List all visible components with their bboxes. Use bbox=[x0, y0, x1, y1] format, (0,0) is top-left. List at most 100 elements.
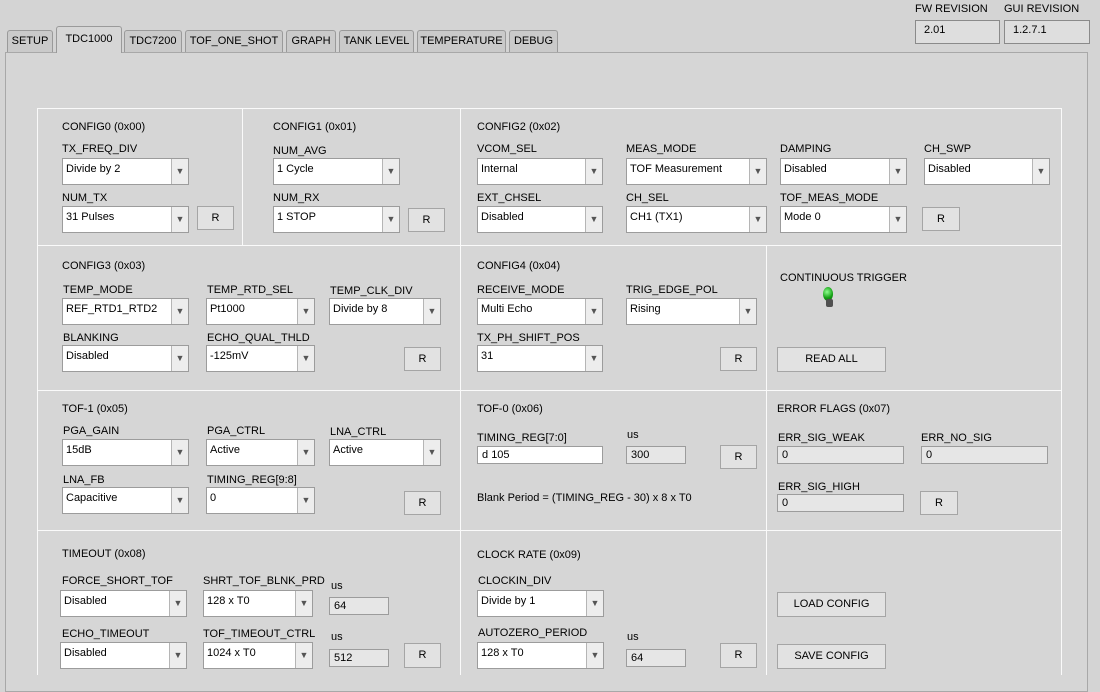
receive-mode-value: Multi Echo bbox=[481, 303, 533, 315]
chevron-down-icon: ▼ bbox=[297, 299, 314, 324]
tx-freq-div-label: TX_FREQ_DIV bbox=[62, 143, 138, 155]
save-config-button[interactable]: SAVE CONFIG bbox=[777, 644, 886, 669]
read-all-button[interactable]: READ ALL bbox=[777, 347, 886, 372]
num-tx-value: 31 Pulses bbox=[66, 211, 115, 223]
trig-edge-pol-label: TRIG_EDGE_POL bbox=[626, 284, 718, 296]
chevron-down-icon: ▼ bbox=[749, 207, 766, 232]
lna-ctrl-value: Active bbox=[333, 444, 363, 456]
timing-reg-98-dropdown[interactable]: 0 ▼ bbox=[206, 487, 315, 514]
config4-read-button[interactable]: R bbox=[720, 347, 757, 371]
receive-mode-label: RECEIVE_MODE bbox=[477, 284, 565, 296]
force-short-tof-value: Disabled bbox=[64, 595, 107, 607]
damping-dropdown[interactable]: Disabled ▼ bbox=[780, 158, 907, 185]
chevron-down-icon: ▼ bbox=[585, 346, 602, 371]
receive-mode-dropdown[interactable]: Multi Echo ▼ bbox=[477, 298, 603, 325]
tx-ph-shift-pos-dropdown[interactable]: 31 ▼ bbox=[477, 345, 603, 372]
tab-graph[interactable]: GRAPH bbox=[286, 30, 336, 52]
chevron-down-icon: ▼ bbox=[423, 299, 440, 324]
trig-edge-pol-dropdown[interactable]: Rising ▼ bbox=[626, 298, 757, 325]
blanking-value: Disabled bbox=[66, 350, 109, 362]
tab-setup[interactable]: SETUP bbox=[7, 30, 53, 52]
clock-rate-read-button[interactable]: R bbox=[720, 643, 757, 668]
config4-title: CONFIG4 (0x04) bbox=[477, 260, 561, 272]
num-rx-label: NUM_RX bbox=[273, 192, 320, 204]
tab-tdc7200[interactable]: TDC7200 bbox=[124, 30, 182, 52]
autozero-us-label: us bbox=[627, 631, 639, 643]
grid-line bbox=[37, 530, 1062, 531]
config1-read-button[interactable]: R bbox=[408, 208, 445, 232]
num-avg-dropdown[interactable]: 1 Cycle ▼ bbox=[273, 158, 400, 185]
timeout-read-button[interactable]: R bbox=[404, 643, 441, 668]
shrt-us-label: us bbox=[331, 580, 343, 592]
lna-ctrl-dropdown[interactable]: Active ▼ bbox=[329, 439, 441, 466]
config2-read-button[interactable]: R bbox=[922, 207, 960, 231]
grid-line bbox=[37, 108, 1062, 109]
pga-ctrl-dropdown[interactable]: Active ▼ bbox=[206, 439, 315, 466]
chevron-down-icon: ▼ bbox=[295, 591, 312, 616]
tab-tdc1000[interactable]: TDC1000 bbox=[56, 26, 122, 53]
force-short-tof-dropdown[interactable]: Disabled ▼ bbox=[60, 590, 187, 617]
echo-timeout-label: ECHO_TIMEOUT bbox=[62, 628, 150, 640]
tof0-title: TOF-0 (0x06) bbox=[477, 403, 543, 415]
shrt-us-value: 64 bbox=[329, 597, 389, 615]
tof-timeout-ctrl-value: 1024 x T0 bbox=[207, 647, 256, 659]
config2-title: CONFIG2 (0x02) bbox=[477, 121, 561, 133]
load-config-button[interactable]: LOAD CONFIG bbox=[777, 592, 886, 617]
chevron-down-icon: ▼ bbox=[586, 643, 603, 668]
tof-timeout-ctrl-dropdown[interactable]: 1024 x T0 ▼ bbox=[203, 642, 313, 669]
error-flags-read-button[interactable]: R bbox=[920, 491, 958, 515]
tab-debug[interactable]: DEBUG bbox=[509, 30, 558, 52]
autozero-period-value: 128 x T0 bbox=[481, 647, 524, 659]
tab-temperature[interactable]: TEMPERATURE bbox=[417, 30, 506, 52]
tof0-us-label: us bbox=[627, 429, 639, 441]
tof-meas-mode-dropdown[interactable]: Mode 0 ▼ bbox=[780, 206, 907, 233]
echo-timeout-dropdown[interactable]: Disabled ▼ bbox=[60, 642, 187, 669]
config3-read-button[interactable]: R bbox=[404, 347, 441, 371]
tab-tank-level[interactable]: TANK LEVEL bbox=[339, 30, 414, 52]
tx-freq-div-dropdown[interactable]: Divide by 2 ▼ bbox=[62, 158, 189, 185]
num-rx-dropdown[interactable]: 1 STOP ▼ bbox=[273, 206, 400, 233]
config0-read-button[interactable]: R bbox=[197, 206, 234, 230]
timing-reg-70-input[interactable]: d 105 bbox=[477, 446, 603, 464]
led-base bbox=[826, 299, 833, 307]
vcom-sel-label: VCOM_SEL bbox=[477, 143, 537, 155]
radix-indicator[interactable]: d bbox=[482, 449, 488, 461]
tof-meas-mode-label: TOF_MEAS_MODE bbox=[780, 192, 879, 204]
shrt-tof-blnk-prd-label: SHRT_TOF_BLNK_PRD bbox=[203, 575, 325, 587]
chevron-down-icon: ▼ bbox=[297, 440, 314, 465]
echo-qual-thld-dropdown[interactable]: -125mV ▼ bbox=[206, 345, 315, 372]
blanking-dropdown[interactable]: Disabled ▼ bbox=[62, 345, 189, 372]
vcom-sel-dropdown[interactable]: Internal ▼ bbox=[477, 158, 603, 185]
tof1-read-button[interactable]: R bbox=[404, 491, 441, 515]
chevron-down-icon: ▼ bbox=[169, 591, 186, 616]
pga-gain-dropdown[interactable]: 15dB ▼ bbox=[62, 439, 189, 466]
tof-timeout-ctrl-label: TOF_TIMEOUT_CTRL bbox=[203, 628, 316, 640]
ch-swp-dropdown[interactable]: Disabled ▼ bbox=[924, 158, 1050, 185]
tab-tof-one-shot[interactable]: TOF_ONE_SHOT bbox=[185, 30, 283, 52]
fw-revision-value: 2.01 bbox=[915, 20, 1000, 44]
autozero-us-value: 64 bbox=[626, 649, 686, 667]
autozero-period-dropdown[interactable]: 128 x T0 ▼ bbox=[477, 642, 604, 669]
temp-clk-div-label: TEMP_CLK_DIV bbox=[330, 285, 413, 297]
meas-mode-dropdown[interactable]: TOF Measurement ▼ bbox=[626, 158, 767, 185]
tof0-us-value: 300 bbox=[626, 446, 686, 464]
temp-mode-dropdown[interactable]: REF_RTD1_RTD2 ▼ bbox=[62, 298, 189, 325]
ch-swp-value: Disabled bbox=[928, 163, 971, 175]
force-short-tof-label: FORCE_SHORT_TOF bbox=[62, 575, 173, 587]
meas-mode-value: TOF Measurement bbox=[630, 163, 723, 175]
clockin-div-dropdown[interactable]: Divide by 1 ▼ bbox=[477, 590, 604, 617]
shrt-tof-blnk-prd-dropdown[interactable]: 128 x T0 ▼ bbox=[203, 590, 313, 617]
lna-fb-dropdown[interactable]: Capacitive ▼ bbox=[62, 487, 189, 514]
ch-sel-dropdown[interactable]: CH1 (TX1) ▼ bbox=[626, 206, 767, 233]
temp-clk-div-dropdown[interactable]: Divide by 8 ▼ bbox=[329, 298, 441, 325]
damping-label: DAMPING bbox=[780, 143, 832, 155]
blank-period-formula: Blank Period = (TIMING_REG - 30) x 8 x T… bbox=[477, 492, 692, 504]
chevron-down-icon: ▼ bbox=[295, 643, 312, 668]
echo-timeout-value: Disabled bbox=[64, 647, 107, 659]
temp-rtd-sel-dropdown[interactable]: Pt1000 ▼ bbox=[206, 298, 315, 325]
autozero-period-label: AUTOZERO_PERIOD bbox=[478, 627, 588, 639]
ext-chsel-dropdown[interactable]: Disabled ▼ bbox=[477, 206, 603, 233]
tof0-read-button[interactable]: R bbox=[720, 445, 757, 469]
num-tx-dropdown[interactable]: 31 Pulses ▼ bbox=[62, 206, 189, 233]
chevron-down-icon: ▼ bbox=[586, 591, 603, 616]
